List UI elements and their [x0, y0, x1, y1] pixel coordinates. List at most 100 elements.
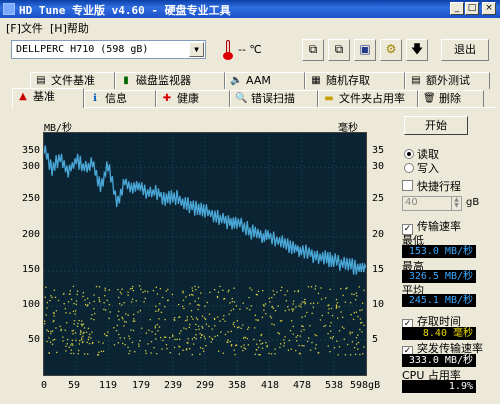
download-button[interactable]: 🡇	[406, 39, 428, 61]
burst-rate-value: 333.0 MB/秒	[402, 354, 476, 367]
tab-random-access[interactable]: ▦ 随机存取	[305, 72, 405, 89]
x-tick: 358	[228, 380, 247, 391]
start-button[interactable]: 开始	[404, 116, 468, 135]
access-time-point	[283, 342, 285, 344]
tab-info[interactable]: ℹ 信息	[84, 90, 156, 107]
access-time-point	[191, 338, 194, 340]
tab-erase[interactable]: 🗑 删除	[418, 90, 484, 107]
access-time-point	[199, 353, 201, 355]
access-time-point	[345, 288, 347, 290]
exit-button[interactable]: 退出	[441, 39, 489, 61]
access-time-point	[156, 293, 159, 295]
access-time-point	[209, 291, 211, 293]
access-time-point	[338, 306, 340, 308]
tab-health[interactable]: ✚ 健康	[156, 90, 230, 107]
access-time-point	[227, 291, 229, 293]
drive-select[interactable]: DELLPERC H710 (598 gB) ▼	[11, 40, 206, 59]
access-time-point	[310, 302, 312, 305]
access-time-point	[150, 352, 152, 354]
access-time-point	[117, 288, 119, 291]
access-time-point	[46, 340, 48, 343]
access-time-point	[164, 306, 166, 308]
access-time-point	[205, 323, 208, 325]
maximize-button[interactable]: □	[465, 2, 479, 15]
access-time-point	[155, 305, 157, 307]
access-time-point	[211, 328, 213, 330]
access-time-point	[294, 290, 296, 292]
access-time-point	[292, 308, 295, 310]
access-time-point	[188, 326, 191, 329]
tab-disk-monitor[interactable]: ▮ 磁盘监视器	[115, 72, 225, 89]
access-time-point	[301, 316, 303, 318]
access-time-point	[52, 320, 54, 323]
access-time-point	[144, 290, 146, 292]
access-time-point	[291, 308, 293, 310]
access-time-point	[158, 318, 160, 320]
access-time-point	[85, 331, 88, 334]
access-time-point	[298, 344, 300, 347]
access-time-point	[333, 347, 336, 349]
tab-error-scan[interactable]: 🔍 错误扫描	[230, 90, 318, 107]
access-time-point	[280, 289, 282, 292]
save-button[interactable]: ▣	[354, 39, 376, 61]
access-time-point	[284, 336, 286, 338]
access-time-point	[194, 300, 196, 302]
access-time-point	[118, 303, 121, 305]
access-time-point	[315, 344, 317, 346]
access-time-point	[327, 304, 329, 307]
access-time-point	[287, 306, 289, 308]
access-time-point	[332, 335, 334, 338]
access-time-point	[254, 314, 256, 316]
access-time-point	[93, 318, 95, 321]
access-time-point	[255, 319, 257, 321]
access-time-point	[98, 286, 101, 288]
access-time-point	[65, 350, 67, 352]
access-time-point	[291, 310, 294, 312]
short-stroke-spinner[interactable]: 40 ▲ ▼	[402, 196, 462, 211]
options-button[interactable]: ⚙	[380, 39, 402, 61]
close-button[interactable]: ×	[482, 2, 496, 15]
access-time-point	[240, 346, 243, 348]
tab-extra-tests[interactable]: ▤ 额外测试	[405, 72, 490, 89]
menu-help[interactable]: [H]帮助	[50, 20, 89, 36]
tab-file-benchmark[interactable]: ▤ 文件基准	[30, 72, 115, 89]
access-time-point	[260, 343, 262, 345]
access-time-point	[45, 314, 47, 316]
tab-aam[interactable]: 🔈 AAM	[225, 72, 305, 89]
tab-benchmark[interactable]: ▲ 基准	[12, 88, 84, 108]
access-time-point	[137, 311, 139, 313]
tab-folder-usage[interactable]: ▬ 文件夹占用率	[318, 90, 418, 107]
write-radio[interactable]: 写入	[404, 160, 439, 176]
access-time-point	[104, 287, 106, 289]
access-time-point	[171, 293, 174, 296]
minimize-button[interactable]: _	[450, 2, 464, 15]
y-right-tick: 30	[372, 161, 385, 172]
access-time-point	[123, 320, 126, 323]
access-time-point	[261, 333, 263, 336]
access-time-point	[62, 336, 64, 338]
copy-graph-button[interactable]: ⧉	[328, 39, 350, 61]
access-time-point	[253, 338, 255, 341]
access-time-point	[295, 336, 297, 338]
short-stroke-checkbox[interactable]: 快捷行程	[402, 178, 461, 194]
access-time-point	[281, 286, 283, 289]
spinner-arrows-icon[interactable]: ▲ ▼	[451, 197, 461, 210]
access-time-point	[335, 298, 338, 301]
chevron-down-icon[interactable]: ▼	[189, 42, 204, 57]
access-time-point	[108, 289, 111, 291]
access-time-point	[125, 313, 127, 315]
access-time-point	[273, 324, 275, 326]
access-time-point	[199, 332, 201, 335]
access-time-point	[204, 318, 207, 320]
access-time-point	[197, 325, 200, 327]
access-time-point	[90, 318, 92, 320]
access-time-point	[233, 325, 236, 328]
access-time-point	[155, 338, 157, 340]
access-time-point	[279, 346, 281, 349]
access-time-point	[108, 303, 111, 306]
access-time-point	[353, 293, 355, 296]
menu-file[interactable]: [F]文件	[6, 20, 43, 36]
trash-icon: 🗑	[423, 93, 436, 104]
access-time-point	[276, 291, 278, 293]
copy-info-button[interactable]: ⧉	[302, 39, 324, 61]
